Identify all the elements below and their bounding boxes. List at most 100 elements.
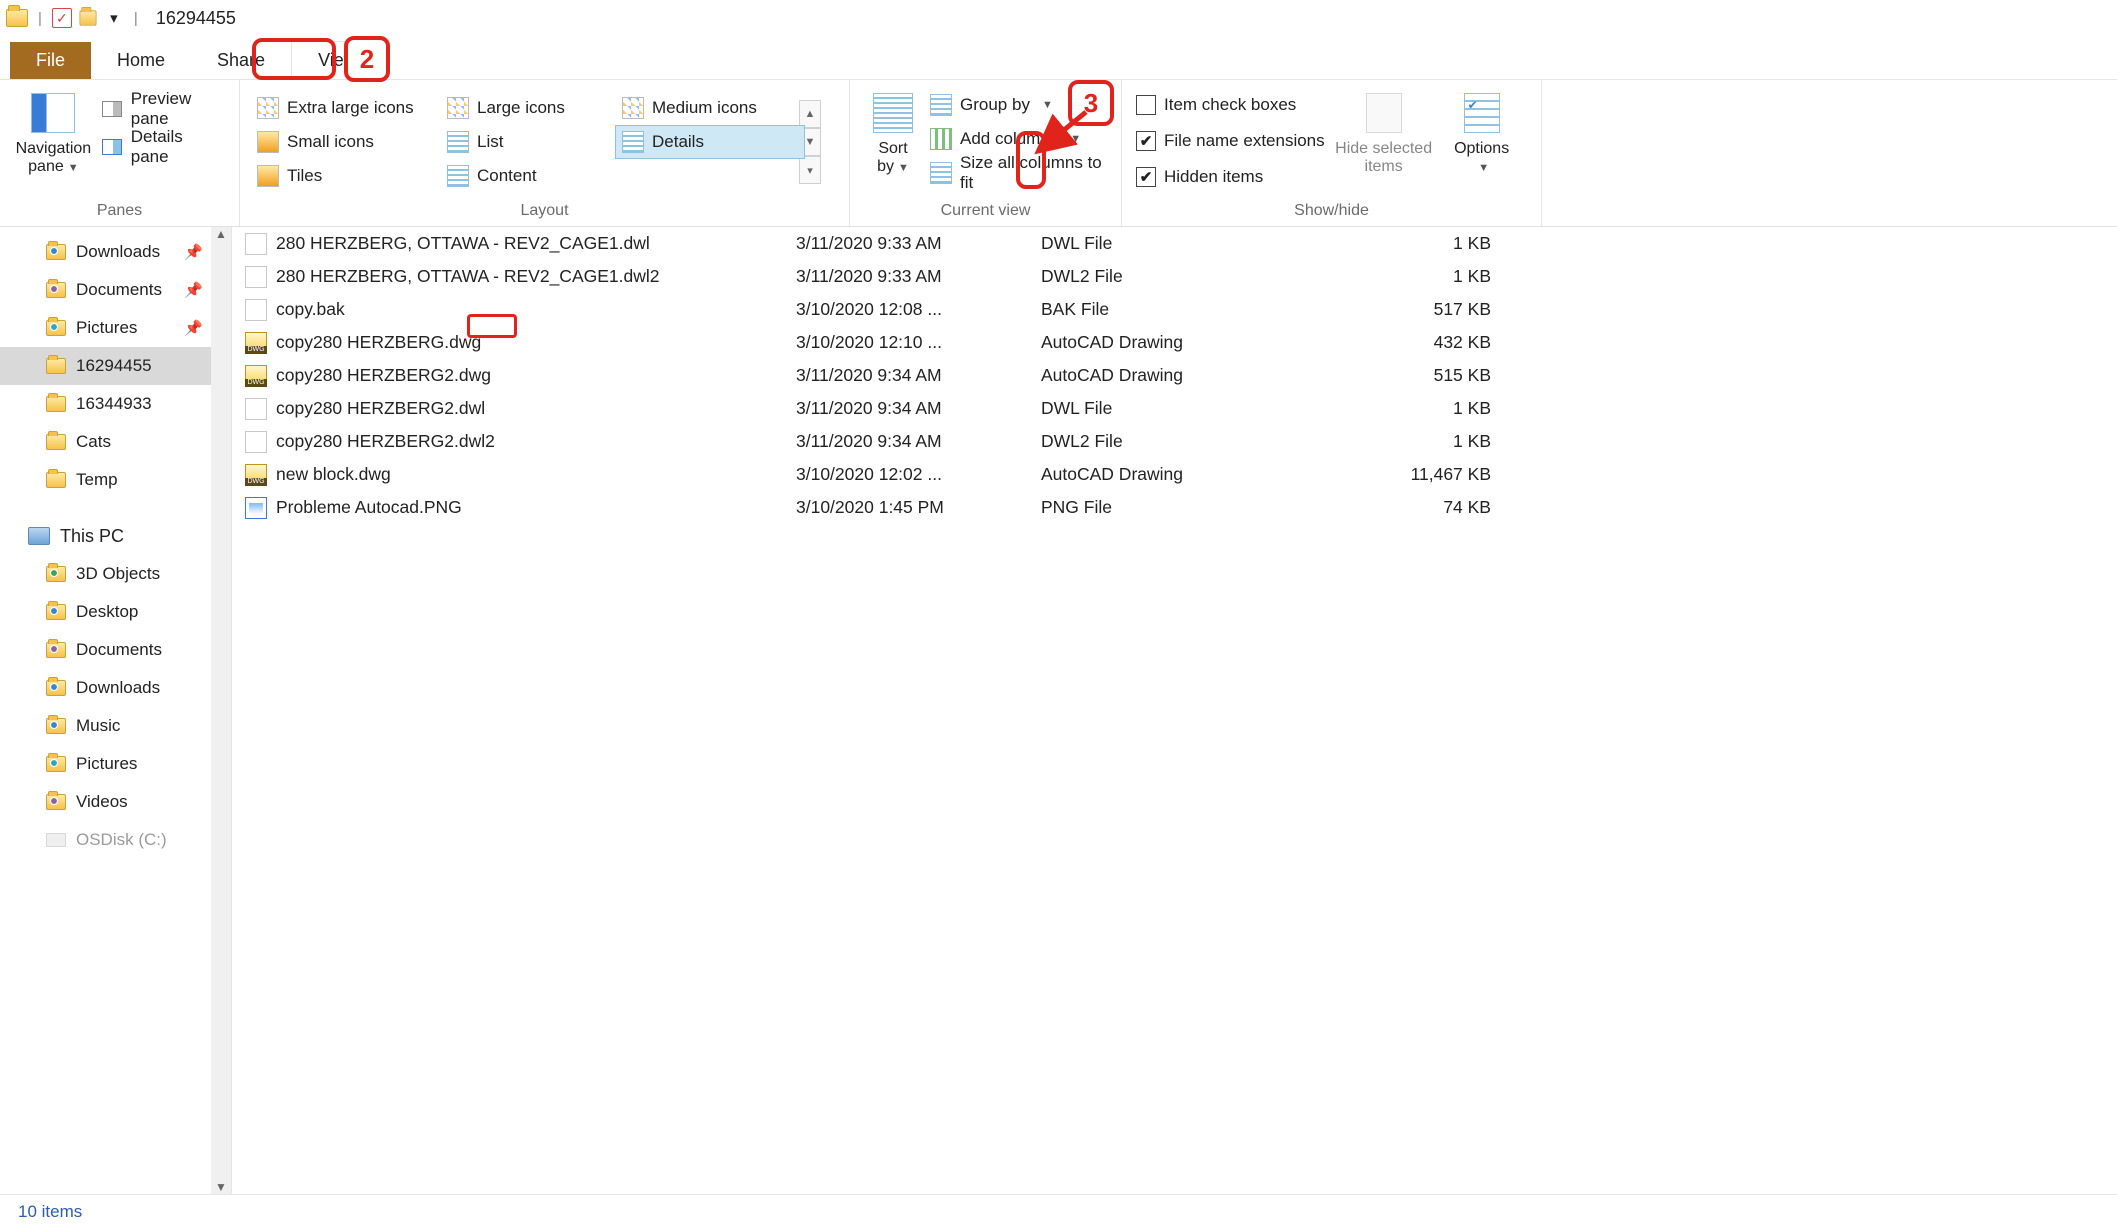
group-panes: Navigation pane▼ Preview pane Details pa… <box>0 80 240 226</box>
preview-pane-icon <box>101 98 123 120</box>
item-check-boxes-toggle[interactable]: Item check boxes <box>1132 88 1329 122</box>
file-row[interactable]: copy280 HERZBERG2.dwl3/11/2020 9:34 AMDW… <box>232 392 2117 425</box>
nav-folder-16344933[interactable]: 16344933 <box>0 385 231 423</box>
file-row[interactable]: copy.bak3/10/2020 12:08 ...BAK File517 K… <box>232 293 2117 326</box>
file-name: copy280 HERZBERG2.dwg <box>276 365 796 386</box>
file-type-icon <box>245 497 267 519</box>
file-row[interactable]: 280 HERZBERG, OTTAWA - REV2_CAGE1.dwl23/… <box>232 260 2117 293</box>
folder-icon <box>46 756 66 772</box>
file-row[interactable]: copy280 HERZBERG.dwg3/10/2020 12:10 ...A… <box>232 326 2117 359</box>
nav-documents[interactable]: Documents📌 <box>0 271 231 309</box>
nav-videos[interactable]: Videos <box>0 783 231 821</box>
file-size: 1 KB <box>1271 431 1521 452</box>
hidden-items-toggle[interactable]: ✔Hidden items <box>1132 160 1329 194</box>
explorer-window: { "title": "16294455", "tabs": { "file":… <box>0 0 2117 1228</box>
options-icon: ✔ <box>1459 90 1505 136</box>
title-bar: | ✓ ▾ | 16294455 <box>0 0 2117 36</box>
layout-large[interactable]: Large icons <box>440 91 615 125</box>
size-all-columns-button[interactable]: Size all columns to fit <box>926 156 1111 190</box>
file-size: 517 KB <box>1271 299 1521 320</box>
nav-this-pc[interactable]: This PC <box>0 517 231 555</box>
scroll-down-icon[interactable]: ▼ <box>215 1180 227 1194</box>
group-current-view: Sort by▼ Group by▼ Add columns▼ Size all… <box>850 80 1122 226</box>
file-type-icon <box>245 398 267 420</box>
nav-desktop[interactable]: Desktop <box>0 593 231 631</box>
file-row[interactable]: 280 HERZBERG, OTTAWA - REV2_CAGE1.dwl3/1… <box>232 227 2117 260</box>
layout-small[interactable]: Small icons <box>250 125 440 159</box>
tiles-icon <box>257 165 279 187</box>
nav-folder-16294455[interactable]: 16294455 <box>0 347 231 385</box>
add-columns-icon <box>930 128 952 150</box>
layout-details[interactable]: Details <box>615 125 805 159</box>
file-name: copy280 HERZBERG2.dwl2 <box>276 431 796 452</box>
nav-downloads-2[interactable]: Downloads <box>0 669 231 707</box>
separator: | <box>38 10 42 27</box>
folder-icon <box>46 566 66 582</box>
layout-medium[interactable]: Medium icons <box>615 91 805 125</box>
nav-pictures[interactable]: Pictures📌 <box>0 309 231 347</box>
tab-home[interactable]: Home <box>91 42 191 79</box>
file-date: 3/11/2020 9:33 AM <box>796 233 1041 254</box>
file-date: 3/11/2020 9:33 AM <box>796 266 1041 287</box>
file-list[interactable]: 280 HERZBERG, OTTAWA - REV2_CAGE1.dwl3/1… <box>232 227 2117 1194</box>
nav-downloads[interactable]: Downloads📌 <box>0 233 231 271</box>
sort-by-button[interactable]: Sort by▼ <box>860 86 926 176</box>
file-type: DWL File <box>1041 398 1271 419</box>
file-row[interactable]: Probleme Autocad.PNG3/10/2020 1:45 PMPNG… <box>232 491 2117 524</box>
qat-properties-icon[interactable]: ✓ <box>52 8 72 28</box>
folder-icon <box>46 472 66 488</box>
nav-3d-objects[interactable]: 3D Objects <box>0 555 231 593</box>
folder-icon <box>46 604 66 620</box>
file-date: 3/10/2020 12:08 ... <box>796 299 1041 320</box>
qat-dropdown-icon[interactable]: ▾ <box>104 8 124 28</box>
group-by-button[interactable]: Group by▼ <box>926 88 1111 122</box>
tab-file[interactable]: File <box>10 42 91 79</box>
layout-list[interactable]: List <box>440 125 615 159</box>
file-type: AutoCAD Drawing <box>1041 365 1271 386</box>
nav-folder-cats[interactable]: Cats <box>0 423 231 461</box>
file-name-extensions-toggle[interactable]: ✔File name extensions <box>1132 124 1329 158</box>
options-button[interactable]: ✔ Options▼ <box>1439 86 1525 176</box>
layout-tiles[interactable]: Tiles <box>250 159 440 193</box>
file-type-icon <box>245 431 267 453</box>
file-type: DWL2 File <box>1041 266 1271 287</box>
nav-osdisk[interactable]: OSDisk (C:) <box>0 821 231 859</box>
details-pane-icon <box>101 136 123 158</box>
file-row[interactable]: copy280 HERZBERG2.dwl23/11/2020 9:34 AMD… <box>232 425 2117 458</box>
hide-selected-label: Hide selected items <box>1333 140 1435 176</box>
status-item-count: 10 items <box>18 1202 82 1222</box>
tab-share[interactable]: Share <box>191 42 291 79</box>
file-row[interactable]: copy280 HERZBERG2.dwg3/11/2020 9:34 AMAu… <box>232 359 2117 392</box>
file-name: Probleme Autocad.PNG <box>276 497 796 518</box>
preview-pane-button[interactable]: Preview pane <box>97 92 229 126</box>
nav-folder-temp[interactable]: Temp <box>0 461 231 499</box>
layout-content[interactable]: Content <box>440 159 615 193</box>
file-type: AutoCAD Drawing <box>1041 464 1271 485</box>
folder-icon <box>46 434 66 450</box>
extra-large-icon <box>257 97 279 119</box>
nav-pictures-2[interactable]: Pictures <box>0 745 231 783</box>
scroll-up-icon[interactable]: ▲ <box>215 227 227 241</box>
content-icon <box>447 165 469 187</box>
file-type-icon <box>245 299 267 321</box>
small-icon <box>257 131 279 153</box>
file-date: 3/11/2020 9:34 AM <box>796 431 1041 452</box>
folder-icon <box>6 9 28 27</box>
tab-view[interactable]: View <box>291 41 384 79</box>
qat-folder-icon[interactable] <box>78 8 98 28</box>
group-current-view-caption: Current view <box>860 198 1111 224</box>
add-columns-button[interactable]: Add columns▼ <box>926 122 1111 156</box>
details-pane-button[interactable]: Details pane <box>97 130 229 164</box>
nav-music[interactable]: Music <box>0 707 231 745</box>
nav-scrollbar[interactable]: ▲▼ <box>211 227 231 1194</box>
navigation-pane-button[interactable]: Navigation pane▼ <box>10 86 97 176</box>
file-type: DWL File <box>1041 233 1271 254</box>
large-icon <box>447 97 469 119</box>
navigation-tree[interactable]: Downloads📌 Documents📌 Pictures📌 16294455… <box>0 227 232 1194</box>
hide-selected-items-button[interactable]: Hide selected items <box>1329 86 1439 176</box>
options-label: Options <box>1454 140 1509 157</box>
nav-documents-2[interactable]: Documents <box>0 631 231 669</box>
layout-extra-large[interactable]: Extra large icons <box>250 91 440 125</box>
file-row[interactable]: new block.dwg3/10/2020 12:02 ...AutoCAD … <box>232 458 2117 491</box>
group-by-icon <box>930 94 952 116</box>
